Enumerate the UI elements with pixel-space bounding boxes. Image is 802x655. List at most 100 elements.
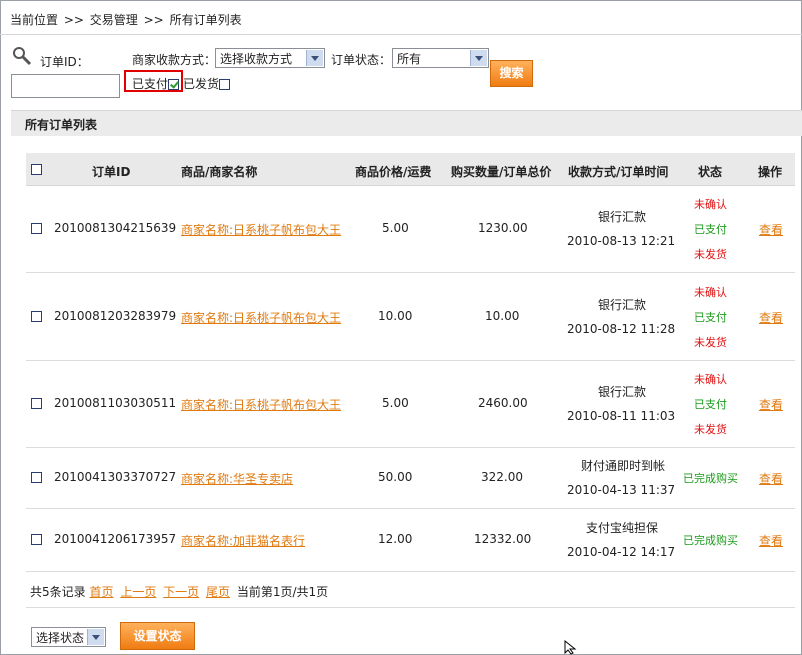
payment-method: 支付宝纯担保 [586,521,659,535]
section-title: 所有订单列表 [25,118,98,132]
table-row: 2010081203283979 商家名称:日系桃子帆布包大王 10.00 10… [26,273,795,361]
price: 10.00 [378,309,413,323]
bulk-status-select[interactable]: 选择状态 [31,627,106,647]
table-header: 订单ID 商品/商家名称 商品价格/运费 购买数量/订单总价 收款方式/订单时间… [26,153,795,186]
row-checkbox[interactable] [31,534,42,545]
chevron-down-icon [470,50,487,66]
breadcrumb-item-1: 当前位置 [10,13,59,27]
last-page-link[interactable]: 尾页 [206,585,230,599]
search-button[interactable]: 搜索 [490,60,533,87]
status-unconfirmed: 未确认 [694,198,727,211]
chevron-down-icon [87,629,104,645]
payment-method-select[interactable]: 选择收款方式 [215,48,325,68]
header-payment: 收款方式/订单时间 [568,165,669,179]
magnifier-icon [13,47,32,66]
price: 5.00 [382,396,409,410]
header-action: 操作 [758,165,783,179]
page-indicator: 当前第1页/共1页 [236,585,329,599]
header-price: 商品价格/运费 [355,165,432,179]
order-id: 2010081103030511 [54,396,177,410]
breadcrumb: 当前位置 >> 交易管理 >> 所有订单列表 [10,11,244,28]
view-link[interactable]: 查看 [759,221,783,238]
status-unconfirmed: 未确认 [694,373,727,386]
breadcrumb-separator-2: >> [143,13,164,27]
shipped-label: 已发货 [183,77,220,91]
payment-method: 银行汇款 [598,210,647,224]
order-total: 12332.00 [474,532,532,546]
divider [0,34,802,35]
shipped-checkbox[interactable] [219,79,231,90]
row-checkbox[interactable] [31,311,42,322]
header-status: 状态 [698,165,723,179]
first-page-link[interactable]: 首页 [89,585,113,599]
order-status-value: 所有 [397,52,422,66]
order-id: 2010041303370727 [54,470,177,484]
search-form: 订单ID： 商家收款方式： 选择收款方式 订单状态： 所有 搜索 已支付 已发货 [0,40,802,100]
shipped-filter[interactable]: 已发货 [183,75,231,92]
order-status-label: 订单状态： [331,53,392,67]
order-time: 2010-08-13 12:21 [567,234,676,248]
order-time: 2010-08-11 11:03 [567,409,676,423]
merchant-link[interactable]: 商家名称:日系桃子帆布包大王 [181,396,341,413]
order-total: 2460.00 [478,396,528,410]
status-completed: 已完成购买 [683,472,738,485]
divider [26,607,795,608]
table-row: 2010081103030511 商家名称:日系桃子帆布包大王 5.00 246… [26,360,795,448]
view-link[interactable]: 查看 [759,309,783,326]
table-row: 2010041303370727 商家名称:华圣专卖店 50.00 322.00… [26,447,795,509]
prev-page-link[interactable]: 上一页 [120,585,156,599]
breadcrumb-separator-1: >> [63,13,84,27]
merchant-link[interactable]: 商家名称:日系桃子帆布包大王 [181,309,341,326]
pagination: 共5条记录 首页 上一页 下一页 尾页 当前第1页/共1页 [30,583,328,600]
chevron-down-icon [306,50,323,66]
order-status-select[interactable]: 所有 [392,48,489,68]
row-checkbox[interactable] [31,223,42,234]
view-link[interactable]: 查看 [759,470,783,487]
order-time: 2010-04-12 14:17 [567,545,676,559]
order-total: 322.00 [481,470,523,484]
status-unshipped: 未发货 [694,336,727,349]
bulk-status-value: 选择状态 [36,631,85,645]
payment-method: 银行汇款 [598,298,647,312]
status-unshipped: 未发货 [694,248,727,261]
row-checkbox[interactable] [31,398,42,409]
view-link[interactable]: 查看 [759,396,783,413]
price: 5.00 [382,221,409,235]
order-time: 2010-08-12 11:28 [567,322,676,336]
set-status-button[interactable]: 设置状态 [120,622,195,650]
table-row: 2010081304215639 商家名称:日系桃子帆布包大王 5.00 123… [26,185,795,273]
view-link[interactable]: 查看 [759,532,783,549]
header-quantity: 购买数量/订单总价 [451,165,552,179]
price: 50.00 [378,470,413,484]
status-paid: 已支付 [694,311,727,324]
merchant-link[interactable]: 商家名称:加菲猫名表行 [181,532,305,549]
next-page-link[interactable]: 下一页 [163,585,199,599]
merchant-link[interactable]: 商家名称:华圣专卖店 [181,470,293,487]
breadcrumb-item-2[interactable]: 交易管理 [90,13,138,27]
payment-method-value: 选择收款方式 [220,52,293,66]
order-id-input[interactable] [11,74,120,98]
highlight-box [124,70,183,92]
order-total: 10.00 [485,309,520,323]
breadcrumb-item-3: 所有订单列表 [169,13,242,27]
table-row: 2010041206173957 商家名称:加菲猫名表行 12.00 12332… [26,509,795,572]
merchant-link[interactable]: 商家名称:日系桃子帆布包大王 [181,221,341,238]
row-checkbox[interactable] [31,472,42,483]
select-all-checkbox[interactable] [31,164,42,175]
record-count: 共5条记录 [30,585,86,599]
order-id: 2010081304215639 [54,221,177,235]
price: 12.00 [378,532,413,546]
order-id: 2010081203283979 [54,309,177,323]
status-completed: 已完成购买 [683,534,738,547]
header-product: 商品/商家名称 [181,165,258,179]
header-order-id: 订单ID [92,165,131,179]
order-total: 1230.00 [478,221,528,235]
order-id: 2010041206173957 [54,532,177,546]
order-id-label: 订单ID： [40,55,89,69]
status-unconfirmed: 未确认 [694,286,727,299]
section-header: 所有订单列表 [11,110,802,136]
mouse-cursor-icon [564,640,577,655]
status-unshipped: 未发货 [694,423,727,436]
status-paid: 已支付 [694,223,727,236]
status-paid: 已支付 [694,398,727,411]
